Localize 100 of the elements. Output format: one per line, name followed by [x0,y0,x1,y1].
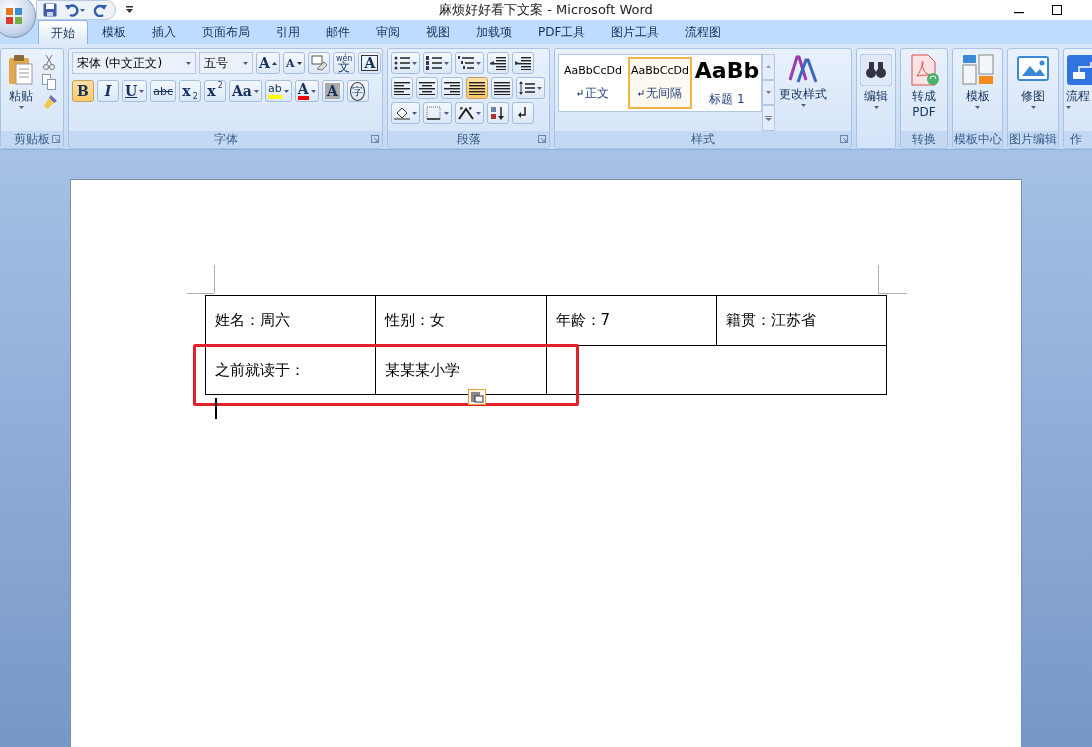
caret-icon [310,89,316,93]
office-button[interactable] [0,0,36,38]
shading-button[interactable] [391,102,420,124]
bold-button[interactable]: B [72,80,94,102]
numbering-button[interactable] [423,52,452,74]
caret-icon [139,89,145,93]
dialog-launcher-icon[interactable] [371,135,379,143]
distributed-icon [494,81,510,95]
clear-formatting-button[interactable] [307,52,330,74]
table-cell: 之前就读于： [205,345,376,395]
align-right-button[interactable] [441,77,463,99]
caret-icon [186,61,191,65]
up-caret-icon [271,61,277,65]
paste-options-icon[interactable] [468,389,486,405]
ribbon-tab[interactable]: 图片工具 [599,20,672,44]
template-button[interactable]: 模板 [957,52,998,131]
distributed-button[interactable] [491,77,513,99]
maximize-icon[interactable] [1052,5,1062,15]
redo-icon[interactable] [93,3,107,17]
show-marks-button[interactable] [512,102,534,124]
borders-icon [426,106,442,120]
font-color-button[interactable]: A [294,80,319,102]
asian-layout-button[interactable] [455,102,484,124]
eraser-icon [310,55,327,71]
group-label: 作 [1070,131,1082,148]
dialog-launcher-icon[interactable] [52,135,60,143]
down-caret-icon [766,91,771,94]
paste-button[interactable]: 粘贴 [4,52,38,131]
ribbon-tab[interactable]: 加载项 [464,20,524,44]
styled-letters-icon [788,54,818,84]
font-name-dropdown[interactable]: 宋体 (中文正文) [72,52,196,74]
strikethrough-button[interactable]: abc [150,80,176,102]
ribbon-tab[interactable]: PDF工具 [526,20,598,44]
grow-font-button[interactable]: A [256,52,280,74]
change-styles-button[interactable]: 更改样式 [775,52,831,131]
undo-icon[interactable] [65,3,85,17]
ribbon-tab[interactable]: 流程图 [673,20,734,44]
align-right-icon [444,81,460,95]
phonetic-guide-button[interactable]: wén 文 [332,52,356,74]
caret-icon [412,61,417,65]
justify-button[interactable] [466,77,488,99]
dialog-launcher-icon[interactable] [840,135,848,143]
center-button[interactable] [416,77,438,99]
caret-icon [253,89,259,93]
align-left-button[interactable] [391,77,413,99]
increase-indent-button[interactable] [512,52,534,74]
more-styles-button[interactable] [762,105,775,131]
customize-menu-icon[interactable] [126,6,133,14]
borders-button[interactable] [423,102,452,124]
down-caret-icon [296,61,302,65]
caret-icon [412,111,417,115]
underline-button[interactable]: U [122,80,148,102]
paintbrush-icon[interactable] [42,94,58,110]
scissors-icon[interactable] [42,54,56,70]
office-logo-icon [6,8,22,24]
highlight-button[interactable]: ab [264,80,292,102]
font-size-dropdown[interactable]: 五号 [199,52,253,74]
caret-icon [283,89,289,93]
enclose-character-button[interactable]: 字 [346,80,369,102]
group-label: 转换 [912,131,936,148]
ribbon-tab[interactable]: 邮件 [314,20,362,44]
return-mark-icon [638,90,644,97]
bullets-icon [394,56,410,70]
flowchart-icon [1065,54,1092,86]
line-spacing-button[interactable] [516,77,545,99]
ribbon-tab[interactable]: 模板 [90,20,138,44]
decrease-indent-button[interactable] [487,52,509,74]
numbering-icon [426,56,442,70]
ribbon-tab[interactable]: 开始 [38,20,88,44]
group-label: 图片编辑 [1009,131,1057,148]
picture-edit-button[interactable]: 修图 [1013,52,1053,131]
group-label: 剪贴板 [14,131,50,148]
up-caret-icon [766,65,771,69]
style-preset[interactable]: AaBbCcDd 无间隔 [628,57,692,109]
group-label: 段落 [456,131,481,148]
multilevel-list-icon [458,56,474,70]
decrease-indent-icon [490,56,506,70]
italic-button[interactable]: I [97,80,119,102]
ribbon-tab[interactable]: 审阅 [364,20,412,44]
ribbon-tab[interactable]: 引用 [264,20,312,44]
copy-icon[interactable] [42,74,56,90]
editing-button[interactable]: 编辑 [856,52,896,148]
sort-button[interactable] [487,102,509,124]
multilevel-list-button[interactable] [455,52,484,74]
justify-icon [469,81,485,95]
shrink-font-button[interactable]: A [282,52,305,74]
bullets-button[interactable] [391,52,420,74]
convert-pdf-button[interactable]: 转成 PDF [904,52,944,131]
ribbon-tab[interactable]: 页面布局 [190,20,262,44]
caret-icon [18,106,24,109]
ribbon-tab[interactable]: 插入 [140,20,188,44]
ribbon-tab[interactable]: 视图 [414,20,462,44]
center-icon [419,81,435,95]
change-case-button[interactable]: Aa [229,80,262,102]
caret-icon [800,104,806,107]
save-icon[interactable] [43,3,57,17]
character-shading-button[interactable]: A [321,80,344,102]
flowchart-button[interactable]: 流程 [1065,52,1092,131]
character-border-button[interactable]: A [358,52,382,74]
dialog-launcher-icon[interactable] [538,135,546,143]
